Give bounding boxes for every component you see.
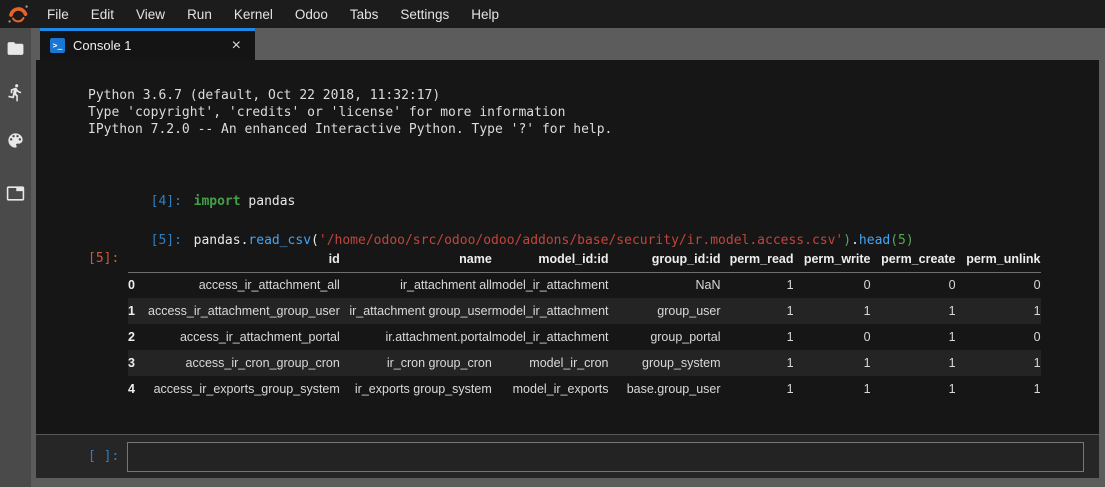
table-row: 2access_ir_attachment_portalir.attachmen… <box>128 324 1041 350</box>
table-cell: group_user <box>609 298 721 324</box>
table-cell: 0 <box>794 324 871 350</box>
table-cell: access_ir_attachment_portal <box>148 324 340 350</box>
index-corner <box>128 246 148 272</box>
table-cell: 1 <box>871 350 956 376</box>
table-cell: model_ir_attachment <box>492 298 609 324</box>
running-man-icon[interactable] <box>3 80 28 105</box>
table-cell: model_ir_cron <box>492 350 609 376</box>
console-panel: Python 3.6.7 (default, Oct 22 2018, 11:3… <box>36 60 1099 478</box>
table-cell: 1 <box>794 376 871 402</box>
table-cell: ir_cron group_cron <box>340 350 492 376</box>
table-cell: base.group_user <box>609 376 721 402</box>
table-cell: 1 <box>871 298 956 324</box>
menu-bar: FileEditViewRunKernelOdooTabsSettingsHel… <box>0 0 1105 28</box>
menu-odoo[interactable]: Odoo <box>284 0 339 28</box>
table-cell: 1 <box>956 350 1041 376</box>
menu-tabs[interactable]: Tabs <box>339 0 390 28</box>
table-cell: 1 <box>721 324 794 350</box>
table-row: 4access_ir_exports_group_systemir_export… <box>128 376 1041 402</box>
column-header: model_id:id <box>492 246 609 272</box>
table-cell: 0 <box>794 272 871 298</box>
row-index: 4 <box>128 376 148 402</box>
jupyterlab-window: FileEditViewRunKernelOdooTabsSettingsHel… <box>0 0 1105 487</box>
table-cell: ir.attachment.portal <box>340 324 492 350</box>
row-index: 1 <box>128 298 148 324</box>
table-cell: 0 <box>956 272 1041 298</box>
table-cell: 1 <box>871 376 956 402</box>
console-input[interactable] <box>127 442 1084 472</box>
column-header: name <box>340 246 492 272</box>
table-cell: ir_attachment group_user <box>340 298 492 324</box>
console-input-area: [ ]: <box>36 434 1099 478</box>
code-token: import <box>194 194 241 209</box>
table-cell: model_ir_attachment <box>492 324 609 350</box>
table-cell: 1 <box>721 272 794 298</box>
input-prompt: [4]: <box>151 194 194 209</box>
palette-icon[interactable] <box>3 128 28 153</box>
table-cell: 1 <box>721 298 794 324</box>
output-prompt: [5]: <box>88 246 128 266</box>
menu-settings[interactable]: Settings <box>389 0 460 28</box>
row-index: 0 <box>128 272 148 298</box>
odoo-logo[interactable] <box>0 0 36 28</box>
table-cell: model_ir_exports <box>492 376 609 402</box>
column-header: perm_read <box>721 246 794 272</box>
odoo-spinner-icon <box>6 2 30 26</box>
empty-input-prompt: [ ]: <box>88 449 127 464</box>
column-header: perm_create <box>871 246 956 272</box>
menu-kernel[interactable]: Kernel <box>223 0 284 28</box>
left-sidebar <box>0 28 31 487</box>
tab-icon[interactable] <box>3 181 28 206</box>
table-row: 0access_ir_attachment_allir_attachment a… <box>128 272 1041 298</box>
table-cell: 1 <box>794 350 871 376</box>
column-header: group_id:id <box>609 246 721 272</box>
tab-title: Console 1 <box>73 38 132 53</box>
row-index: 2 <box>128 324 148 350</box>
table-cell: 1 <box>956 298 1041 324</box>
table-cell: access_ir_attachment_group_user <box>148 298 340 324</box>
menu-edit[interactable]: Edit <box>80 0 125 28</box>
table-cell: model_ir_attachment <box>492 272 609 298</box>
console-icon: >_ <box>50 38 65 53</box>
menu-help[interactable]: Help <box>460 0 510 28</box>
close-icon[interactable]: × <box>228 37 245 55</box>
table-cell: ir_exports group_system <box>340 376 492 402</box>
table-cell: 1 <box>871 324 956 350</box>
menu-file[interactable]: File <box>36 0 80 28</box>
code-token: pandas <box>241 194 296 209</box>
table-cell: 1 <box>794 298 871 324</box>
column-header: perm_unlink <box>956 246 1041 272</box>
table-cell: 1 <box>721 350 794 376</box>
code-line: import pandas <box>194 194 296 209</box>
table-cell: access_ir_cron_group_cron <box>148 350 340 376</box>
table-cell: 1 <box>956 376 1041 402</box>
menu-items: FileEditViewRunKernelOdooTabsSettingsHel… <box>36 0 510 28</box>
row-index: 3 <box>128 350 148 376</box>
table-cell: ir_attachment all <box>340 272 492 298</box>
menu-run[interactable]: Run <box>176 0 223 28</box>
output-cell-5: [5]: idnamemodel_id:idgroup_id:idperm_re… <box>88 246 1041 402</box>
console-history: Python 3.6.7 (default, Oct 22 2018, 11:3… <box>36 60 1099 434</box>
column-header: perm_write <box>794 246 871 272</box>
python-banner: Python 3.6.7 (default, Oct 22 2018, 11:3… <box>88 87 612 138</box>
table-row: 3access_ir_cron_group_cronir_cron group_… <box>128 350 1041 376</box>
table-cell: group_portal <box>609 324 721 350</box>
table-cell: access_ir_attachment_all <box>148 272 340 298</box>
table-row: 1access_ir_attachment_group_userir_attac… <box>128 298 1041 324</box>
dataframe-output-table: idnamemodel_id:idgroup_id:idperm_readper… <box>128 246 1041 402</box>
column-header: id <box>148 246 340 272</box>
table-cell: access_ir_exports_group_system <box>148 376 340 402</box>
tab-console-1[interactable]: >_ Console 1 × <box>40 28 255 60</box>
table-cell: 1 <box>721 376 794 402</box>
dataframe-header-row: idnamemodel_id:idgroup_id:idperm_readper… <box>128 246 1041 272</box>
table-cell: 0 <box>956 324 1041 350</box>
menu-view[interactable]: View <box>125 0 176 28</box>
folder-icon[interactable] <box>3 36 28 61</box>
table-cell: 0 <box>871 272 956 298</box>
table-cell: NaN <box>609 272 721 298</box>
table-cell: group_system <box>609 350 721 376</box>
